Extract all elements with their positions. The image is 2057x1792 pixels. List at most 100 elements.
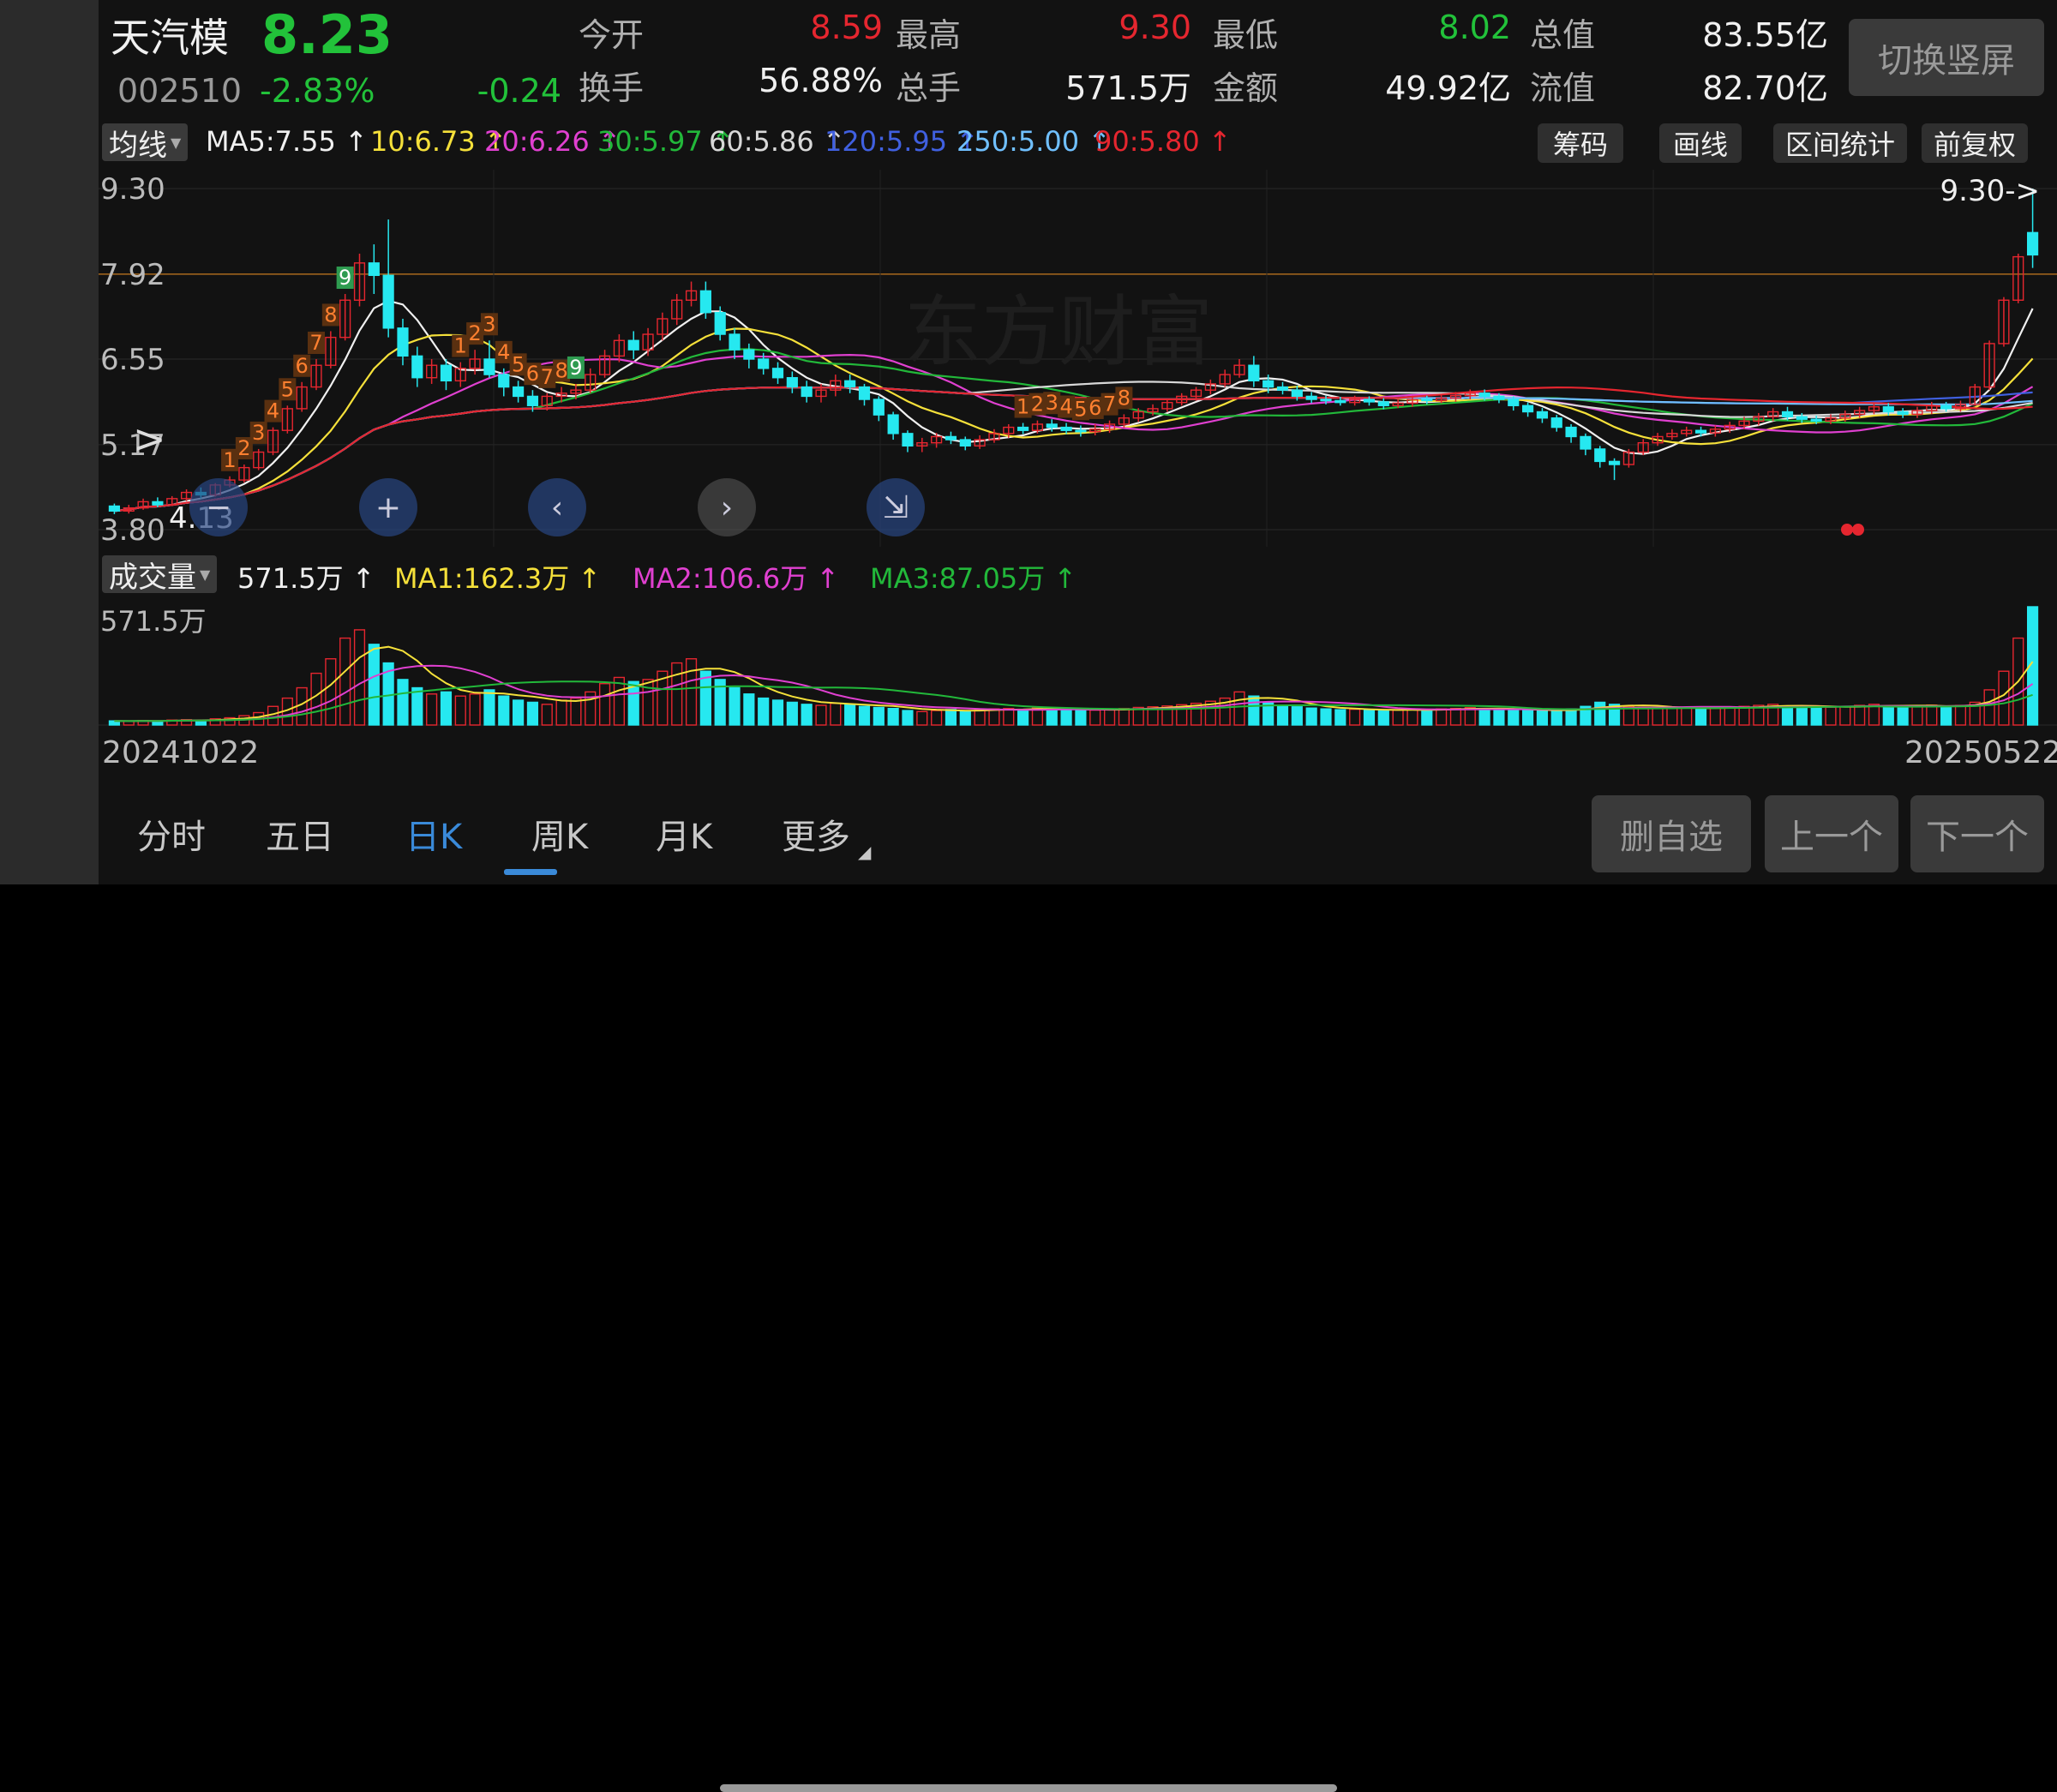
volume-bar bbox=[426, 693, 438, 726]
y-axis-label: 9.30 bbox=[100, 172, 165, 207]
td-count-label: 3 bbox=[483, 312, 495, 336]
stat-label: 换手 bbox=[579, 69, 645, 107]
candle bbox=[267, 427, 279, 456]
volume-bar bbox=[1810, 707, 1822, 726]
volume-bar bbox=[1983, 689, 1995, 726]
event-marker-icon[interactable] bbox=[1852, 524, 1864, 536]
candle bbox=[1594, 446, 1606, 468]
volume-bar bbox=[1406, 708, 1418, 726]
remove-watchlist-button[interactable]: 删自选 bbox=[1592, 795, 1751, 872]
volume-ma-item: MA3:87.05万 ↑ bbox=[870, 562, 1077, 595]
volume-bar bbox=[844, 704, 856, 726]
system-nav-bar bbox=[0, 884, 2057, 1792]
td-count-label: 1 bbox=[1017, 395, 1029, 419]
stat-label: 流值 bbox=[1530, 69, 1596, 107]
volume-bar bbox=[1493, 708, 1505, 726]
change-amount: -0.24 bbox=[477, 72, 561, 110]
stat-value: 8.02 bbox=[1438, 9, 1511, 46]
volume-bar bbox=[513, 699, 525, 726]
td-count-label: 5 bbox=[1074, 397, 1087, 421]
td-count-label: 2 bbox=[237, 436, 250, 460]
chip-distribution-button[interactable]: 筹码 bbox=[1538, 123, 1623, 163]
volume-bar bbox=[1522, 710, 1534, 726]
candle bbox=[1550, 415, 1562, 432]
price-adjust-button[interactable]: 前复权 bbox=[1922, 123, 2028, 163]
candle bbox=[1897, 408, 1909, 418]
zoom-out-icon[interactable]: − bbox=[189, 478, 248, 536]
volume-bar bbox=[1017, 708, 1029, 726]
next-stock-button[interactable]: 下一个 bbox=[1910, 795, 2044, 872]
volume-bar bbox=[815, 704, 827, 726]
volume-bar bbox=[1666, 707, 1678, 726]
volume-bar bbox=[598, 683, 611, 726]
fit-icon[interactable]: ⇲ bbox=[867, 478, 925, 536]
volume-bar bbox=[873, 706, 885, 726]
volume-bar bbox=[1449, 707, 1462, 726]
volume-selector-label: 成交量 bbox=[109, 560, 196, 595]
volume-bar bbox=[469, 693, 481, 726]
candle bbox=[1089, 423, 1101, 436]
volume-ma-item: MA2:106.6万 ↑ bbox=[633, 562, 840, 595]
volume-chart[interactable]: 571.5万 bbox=[99, 600, 2057, 727]
candle bbox=[513, 381, 525, 403]
volume-bar bbox=[671, 662, 683, 726]
volume-bar bbox=[1060, 709, 1072, 726]
candle bbox=[771, 362, 784, 384]
volume-bar bbox=[830, 702, 842, 726]
event-marker-icon[interactable] bbox=[1841, 524, 1853, 536]
tab-4[interactable]: 月K bbox=[656, 809, 712, 859]
tab-0[interactable]: 分时 bbox=[137, 809, 206, 859]
candle bbox=[598, 350, 611, 378]
svg-text:›: › bbox=[721, 490, 733, 525]
volume-bar bbox=[902, 710, 914, 726]
start-date: 20241022 bbox=[102, 735, 260, 770]
candle bbox=[281, 405, 293, 434]
ma-value-item: 250:5.00 ↑ bbox=[957, 125, 1112, 158]
volume-bar bbox=[526, 701, 539, 726]
zoom-in-icon[interactable]: + bbox=[359, 478, 417, 536]
volume-bar bbox=[1781, 705, 1794, 726]
volume-bar bbox=[368, 644, 380, 726]
candle bbox=[1161, 399, 1173, 412]
tab-1[interactable]: 五日 bbox=[266, 809, 334, 859]
home-indicator[interactable] bbox=[720, 1784, 1337, 1792]
volume-bar bbox=[1421, 709, 1433, 726]
switch-portrait-button[interactable]: 切换竖屏 bbox=[1849, 19, 2044, 96]
candle bbox=[627, 331, 639, 359]
candle bbox=[296, 381, 308, 412]
candle bbox=[1421, 395, 1433, 405]
candle bbox=[1522, 402, 1534, 417]
candle bbox=[1276, 381, 1289, 395]
volume-bar bbox=[1652, 707, 1664, 726]
volume-bar bbox=[699, 670, 711, 726]
candle bbox=[945, 431, 957, 445]
volume-bar bbox=[1694, 707, 1707, 726]
tab-3[interactable]: 周K bbox=[531, 809, 588, 859]
draw-line-button[interactable]: 画线 bbox=[1659, 123, 1742, 163]
candle bbox=[137, 498, 149, 510]
scroll-right-icon[interactable]: › bbox=[698, 478, 756, 536]
td-count-label: 8 bbox=[324, 303, 337, 327]
ma-indicator-bar: 均线 ▼ MA5:7.55 ↑ 10:6.73 ↑ 20:6.26 ↑ 30:5.97… bbox=[99, 120, 2057, 170]
scroll-left-icon[interactable]: ‹ bbox=[528, 478, 586, 536]
ma-selector-dropdown[interactable]: 均线 ▼ bbox=[102, 123, 189, 163]
price-chart[interactable]: 东方财富1 2345678912 345 6 7 8 91 2 3 4 5 6 7 89.307.926.… bbox=[99, 170, 2057, 547]
volume-bar bbox=[1478, 707, 1490, 726]
left-gutter bbox=[0, 0, 99, 884]
volume-bar bbox=[1392, 709, 1404, 726]
volume-bar bbox=[1349, 708, 1361, 726]
volume-selector-dropdown[interactable]: 成交量 ▼ bbox=[102, 555, 218, 595]
volume-bar bbox=[945, 709, 957, 726]
expand-panel-icon[interactable]: > bbox=[133, 416, 166, 462]
volume-bar bbox=[1681, 707, 1693, 726]
candle bbox=[801, 381, 813, 403]
volume-bar bbox=[1940, 705, 1952, 726]
candle bbox=[1580, 433, 1592, 456]
volume-bar bbox=[1320, 708, 1332, 726]
tab-5[interactable]: 更多 bbox=[782, 809, 850, 859]
tab-2[interactable]: 日K bbox=[405, 809, 462, 859]
range-stats-button[interactable]: 区间统计 bbox=[1773, 123, 1907, 163]
candle bbox=[353, 253, 366, 307]
volume-bar bbox=[1046, 708, 1058, 726]
previous-stock-button[interactable]: 上一个 bbox=[1765, 795, 1898, 872]
